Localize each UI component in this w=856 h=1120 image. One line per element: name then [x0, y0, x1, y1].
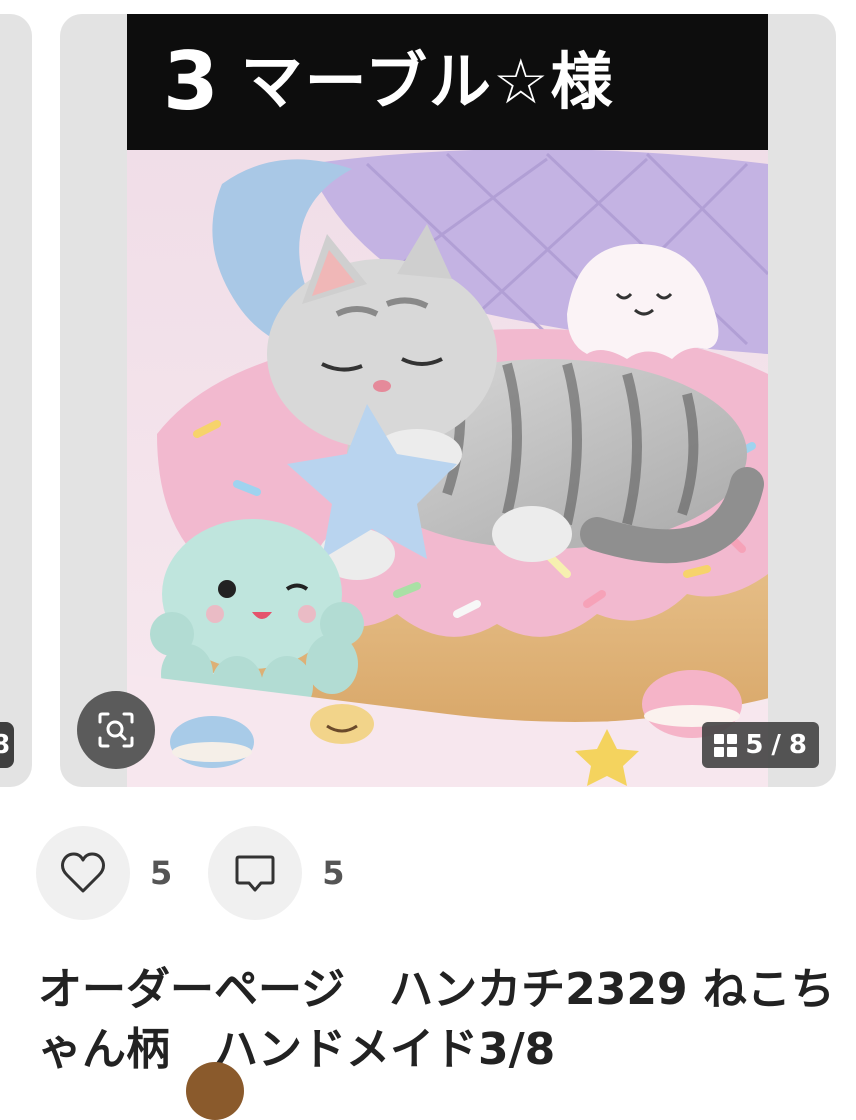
zoom-scan-icon — [98, 712, 134, 748]
previous-card-counter: 8 — [0, 722, 14, 768]
image-counter: 5 / 8 — [702, 722, 819, 768]
zoom-button[interactable] — [77, 691, 155, 769]
counter-total: 8 — [788, 730, 807, 760]
product-image[interactable]: 3 マーブル☆様 — [127, 14, 768, 787]
like-button[interactable] — [36, 826, 130, 920]
product-title: オーダーページ ハンカチ2329 ねこちゃん柄 ハンドメイド3/8 — [38, 964, 835, 1075]
banner-number: 3 — [163, 35, 219, 128]
counter-current: 5 — [745, 730, 764, 760]
image-card[interactable]: 3 マーブル☆様 5 / 8 — [60, 14, 836, 787]
heart-icon — [61, 852, 105, 893]
title-banner: 3 マーブル☆様 — [127, 14, 768, 150]
counter-separator: / — [771, 730, 781, 760]
comment-button[interactable] — [208, 826, 303, 920]
avatar[interactable] — [186, 1062, 244, 1120]
previous-card[interactable] — [0, 14, 32, 787]
banner-text: マーブル☆様 — [240, 45, 615, 118]
like-count: 5 — [150, 854, 173, 892]
comment-count: 5 — [322, 854, 345, 892]
action-bar: 5 5 — [36, 826, 381, 920]
comment-icon — [235, 855, 275, 892]
grid-icon — [714, 733, 738, 757]
